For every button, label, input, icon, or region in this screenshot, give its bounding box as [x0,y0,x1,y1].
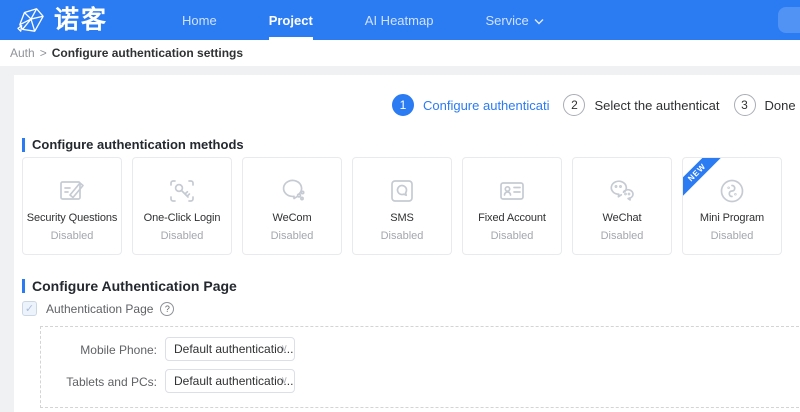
tablets-pcs-field-row: Tablets and PCs: Default authenticatio..… [41,369,295,393]
breadcrumb-current: Configure authentication settings [51,46,244,60]
header-right-button[interactable] [778,7,800,33]
section-accent-bar [22,137,25,152]
mini-program-icon [715,173,749,209]
step-3-label: Done [764,97,796,113]
status-label: Disabled [380,230,424,242]
method-card-wechat[interactable]: WeChat Disabled [572,157,672,255]
nav-item-home[interactable]: Home [156,0,243,40]
section-accent-bar [22,279,25,293]
methods-row: Security Questions Disabled One-Click Lo… [22,157,782,255]
help-icon[interactable]: ? [160,301,175,316]
nav-item-ai-heatmap[interactable]: AI Heatmap [339,0,460,40]
app-logo[interactable]: 诺客 [16,6,108,34]
status-label: Disabled [490,230,534,242]
authentication-page-checkbox[interactable]: ✓ [22,301,37,316]
mobile-phone-label: Mobile Phone: [80,343,157,357]
breadcrumb-separator: > [39,46,47,60]
tablets-pcs-select[interactable]: Default authenticatio... ∨ [165,369,295,393]
status-label: Disabled [600,230,644,242]
status-label: Disabled [270,230,314,242]
chevron-down-icon: ∨ [280,375,288,386]
step-3-done: 3 Done [733,94,796,116]
method-card-one-click-login[interactable]: One-Click Login Disabled [132,157,232,255]
step-2-label: Select the authenticat [594,97,720,113]
wechat-icon [605,173,639,209]
step-1-configure: 1 Configure authenticati [392,94,549,116]
chevron-down-icon [534,13,544,28]
step-2-select: 2 Select the authenticat [563,94,720,116]
step-2-number: 2 [563,94,586,116]
steps-indicator: 1 Configure authenticati 2 Select the au… [392,94,800,116]
method-card-wecom[interactable]: WeCom Disabled [242,157,342,255]
method-card-security-questions[interactable]: Security Questions Disabled [22,157,122,255]
chevron-down-icon: ∨ [280,343,288,354]
breadcrumb-root[interactable]: Auth [10,46,35,60]
status-label: Disabled [160,230,204,242]
mobile-phone-select[interactable]: Default authenticatio... ∨ [165,337,295,361]
step-1-number: 1 [392,94,414,116]
methods-section-title: Configure authentication methods [22,137,244,152]
security-questions-icon [55,173,89,209]
wecom-icon [275,173,309,209]
status-label: Disabled [50,230,94,242]
one-click-login-icon [165,173,199,209]
nav-item-project[interactable]: Project [243,0,339,40]
breadcrumb: Auth > Configure authentication settings [0,40,800,66]
content-card: 1 Configure authenticati 2 Select the au… [14,75,800,412]
authentication-page-row: ✓ Authentication Page ? [22,301,175,316]
nav-item-service[interactable]: Service [459,0,569,40]
page-section-title: Configure Authentication Page [22,278,237,294]
sms-icon [385,173,419,209]
fixed-account-icon [495,173,529,209]
status-label: Disabled [710,230,754,242]
step-3-number: 3 [733,94,756,116]
tablets-pcs-label: Tablets and PCs: [66,375,157,389]
method-card-mini-program[interactable]: NEW Mini Program Disabled [682,157,782,255]
mobile-phone-field-row: Mobile Phone: Default authenticatio... ∨ [41,337,295,361]
authentication-page-label: Authentication Page [46,301,154,316]
step-1-label: Configure authenticati [423,97,550,113]
method-card-sms[interactable]: SMS Disabled [352,157,452,255]
logo-text: 诺客 [54,5,109,34]
logo-gem-icon [16,6,46,34]
top-navbar: 诺客 Home Project AI Heatmap Service [0,0,800,40]
method-card-fixed-account[interactable]: Fixed Account Disabled [462,157,562,255]
main-nav: Home Project AI Heatmap Service [156,0,570,40]
authentication-page-panel: Mobile Phone: Default authenticatio... ∨… [40,326,800,408]
